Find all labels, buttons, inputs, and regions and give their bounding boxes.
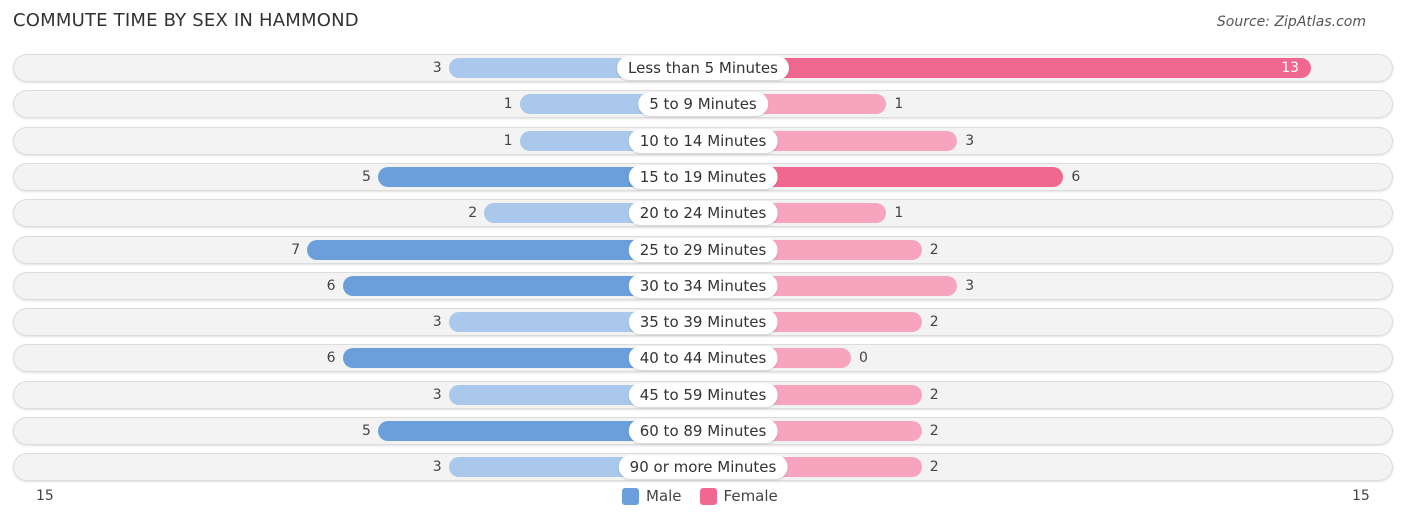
category-label: 35 to 39 Minutes bbox=[628, 310, 778, 335]
legend-label-female: Female bbox=[723, 487, 778, 505]
value-label-female: 2 bbox=[929, 423, 939, 439]
category-label: 15 to 19 Minutes bbox=[628, 164, 778, 189]
legend: Male Female bbox=[622, 487, 796, 505]
bar-female bbox=[703, 58, 1312, 78]
value-label-male: 1 bbox=[503, 96, 513, 113]
category-label: 25 to 29 Minutes bbox=[628, 237, 778, 262]
value-label-female: 1 bbox=[894, 96, 904, 113]
category-label: 40 to 44 Minutes bbox=[628, 346, 778, 371]
category-label: 45 to 59 Minutes bbox=[628, 382, 778, 407]
legend-label-male: Male bbox=[646, 487, 682, 505]
category-label: 30 to 34 Minutes bbox=[628, 273, 778, 298]
value-label-female: 1 bbox=[894, 205, 904, 222]
legend-swatch-female bbox=[699, 487, 717, 505]
value-label-male: 3 bbox=[432, 314, 442, 331]
value-label-male: 6 bbox=[326, 277, 336, 294]
category-label: Less than 5 Minutes bbox=[617, 56, 789, 80]
value-label-female: 3 bbox=[965, 132, 975, 149]
value-label-female: 6 bbox=[1071, 168, 1081, 185]
value-label-male: 6 bbox=[326, 350, 336, 367]
value-label-male: 3 bbox=[432, 60, 442, 76]
value-label-male: 5 bbox=[362, 168, 371, 185]
value-label-female: 2 bbox=[929, 314, 939, 331]
legend-swatch-male bbox=[622, 487, 639, 505]
axis-tick-left: 15 bbox=[36, 488, 54, 504]
value-label-female: 0 bbox=[859, 350, 868, 367]
value-label-male: 1 bbox=[503, 132, 513, 149]
category-label: 60 to 89 Minutes bbox=[628, 419, 778, 443]
value-label-female: 2 bbox=[929, 241, 939, 258]
value-label-male: 5 bbox=[362, 423, 371, 439]
chart-area: Less than 5 Minutes 3 13 5 to 9 Minutes 1 1 10… bbox=[0, 0, 1406, 522]
legend-item-male: Male bbox=[622, 487, 682, 505]
category-label: 10 to 14 Minutes bbox=[628, 128, 778, 153]
value-label-male: 7 bbox=[291, 241, 301, 258]
axis-tick-right: 15 bbox=[1352, 488, 1370, 504]
legend-item-female: Female bbox=[699, 487, 778, 505]
value-label-female: 13 bbox=[1281, 60, 1300, 76]
category-label: 5 to 9 Minutes bbox=[638, 92, 768, 117]
value-label-female: 3 bbox=[965, 277, 975, 294]
category-label: 90 or more Minutes bbox=[618, 455, 788, 480]
value-label-male: 3 bbox=[432, 386, 442, 403]
value-label-male: 3 bbox=[432, 459, 442, 476]
value-label-male: 2 bbox=[468, 205, 478, 222]
category-label: 20 to 24 Minutes bbox=[628, 201, 778, 226]
value-label-female: 2 bbox=[929, 459, 939, 476]
value-label-female: 2 bbox=[929, 386, 939, 403]
